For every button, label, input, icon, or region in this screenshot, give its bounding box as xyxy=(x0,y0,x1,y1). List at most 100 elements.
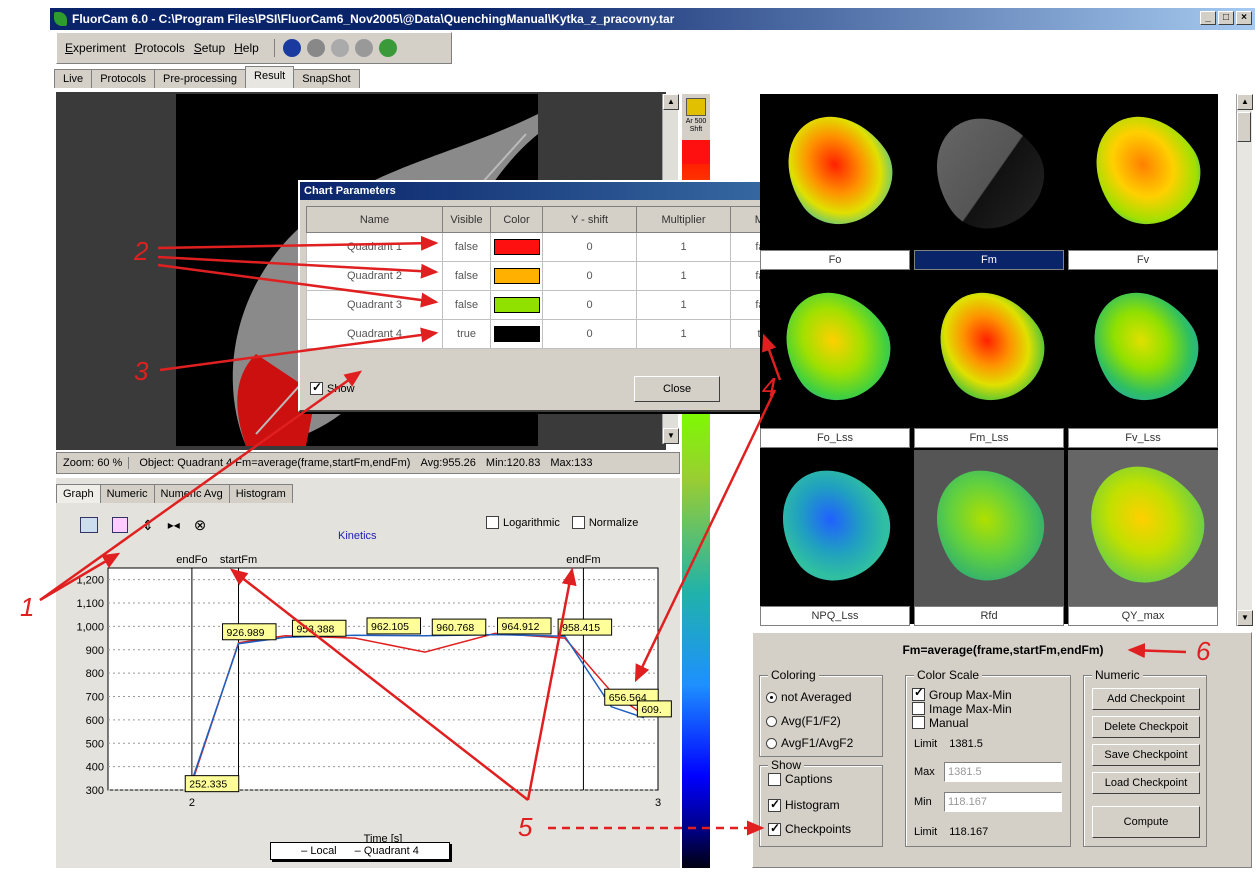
tab-graph[interactable]: Graph xyxy=(56,484,101,503)
thumbnail-fm-lss[interactable]: Fm_Lss xyxy=(914,272,1064,448)
cell-visible[interactable]: false xyxy=(442,232,491,262)
menu-protocols[interactable]: Protocols xyxy=(135,41,185,55)
horizontal-fit-icon[interactable]: ▸◂ xyxy=(168,518,180,532)
max-input[interactable]: 1381.5 xyxy=(944,762,1062,782)
settings-tool-icon[interactable] xyxy=(354,39,373,57)
thumbnail-qy-max[interactable]: QY_max xyxy=(1068,450,1218,626)
delete-checkpoint-button[interactable]: Delete Checkpoit xyxy=(1092,716,1200,738)
dialog-close-button[interactable]: Close xyxy=(634,376,720,402)
cell-yshift[interactable]: 0 xyxy=(542,261,637,291)
cell-name[interactable]: Quadrant 2 xyxy=(306,261,443,291)
tab-numeric-avg[interactable]: Numeric Avg xyxy=(153,484,230,503)
palette-icon[interactable] xyxy=(686,98,706,116)
show-checkbox[interactable] xyxy=(310,380,323,395)
scroll-up-icon[interactable]: ▲ xyxy=(1237,94,1253,110)
thumbnail-fv-lss[interactable]: Fv_Lss xyxy=(1068,272,1218,448)
thumbnail-fo-lss[interactable]: Fo_Lss xyxy=(760,272,910,448)
cell-visible[interactable]: false xyxy=(442,290,491,320)
tab-snapshot[interactable]: SnapShot xyxy=(293,69,360,88)
plant-tool-icon[interactable] xyxy=(378,39,397,57)
histogram-checkbox[interactable] xyxy=(768,797,781,812)
cell-color[interactable] xyxy=(490,290,543,320)
color-swatch[interactable] xyxy=(493,268,540,284)
lightning-tool-icon[interactable] xyxy=(306,39,325,57)
menu-setup[interactable]: Setup xyxy=(194,41,225,55)
radio-avgf1-avgf2[interactable] xyxy=(766,737,777,749)
thumbnail-npq-lss[interactable]: NPQ_Lss xyxy=(760,450,910,626)
scale-manual[interactable]: Manual xyxy=(912,716,968,729)
thumbnail-scrollbar[interactable]: ▲ ▼ xyxy=(1236,94,1253,626)
maximize-button[interactable]: □ xyxy=(1218,11,1234,25)
save-checkpoint-button[interactable]: Save Checkpoint xyxy=(1092,744,1200,766)
cell-yshift[interactable]: 0 xyxy=(542,232,637,262)
show-option[interactable]: Show xyxy=(310,380,355,395)
radio-not-averaged[interactable] xyxy=(766,691,777,703)
cell-yshift[interactable]: 0 xyxy=(542,319,637,349)
image-max-min-checkbox[interactable] xyxy=(912,702,925,715)
tab-numeric[interactable]: Numeric xyxy=(99,484,155,503)
checkpoints-checkbox[interactable] xyxy=(768,821,781,836)
show-checkpoints[interactable]: Checkpoints xyxy=(768,821,851,836)
table-row[interactable]: Quadrant 2 false 0 1 false xyxy=(306,261,804,291)
cell-visible[interactable]: false xyxy=(442,261,491,291)
table-row[interactable]: Quadrant 1 false 0 1 false xyxy=(306,232,804,262)
scale-group-max-min[interactable]: Group Max-Min xyxy=(912,686,1012,701)
chart-edit-icon[interactable] xyxy=(112,517,128,533)
color-swatch[interactable] xyxy=(493,326,540,342)
cell-multiplier[interactable]: 1 xyxy=(636,319,731,349)
table-row[interactable]: Quadrant 3 false 0 1 false xyxy=(306,290,804,320)
cell-name[interactable]: Quadrant 3 xyxy=(306,290,443,320)
menu-experiment[interactable]: Experiment xyxy=(65,41,126,55)
scroll-down-icon[interactable]: ▼ xyxy=(1237,610,1253,626)
cell-visible[interactable]: true xyxy=(442,319,491,349)
compute-button[interactable]: Compute xyxy=(1092,806,1200,838)
coloring-not-averaged[interactable]: not Averaged xyxy=(766,690,852,704)
load-checkpoint-button[interactable]: Load Checkpoint xyxy=(1092,772,1200,794)
minimize-button[interactable]: _ xyxy=(1200,11,1216,25)
tab-result[interactable]: Result xyxy=(245,66,295,88)
color-swatch[interactable] xyxy=(493,297,540,313)
tab-protocols[interactable]: Protocols xyxy=(91,69,156,88)
cell-yshift[interactable]: 0 xyxy=(542,290,637,320)
tab-histogram[interactable]: Histogram xyxy=(228,484,293,503)
tab-live[interactable]: Live xyxy=(54,69,93,88)
thumbnail-fv[interactable]: Fv xyxy=(1068,94,1218,270)
measure-tool-icon[interactable] xyxy=(330,39,349,57)
color-swatch[interactable] xyxy=(493,239,540,255)
logarithmic-option[interactable]: Logarithmic Normalize xyxy=(486,516,638,529)
cell-name[interactable]: Quadrant 1 xyxy=(306,232,443,262)
scroll-down-icon[interactable]: ▼ xyxy=(663,428,679,444)
show-histogram[interactable]: Histogram xyxy=(768,797,840,812)
add-checkpoint-button[interactable]: Add Checkpoint xyxy=(1092,688,1200,710)
thumbnail-fo[interactable]: Fo xyxy=(760,94,910,270)
cell-color[interactable] xyxy=(490,319,543,349)
scroll-up-icon[interactable]: ▲ xyxy=(663,94,679,110)
captions-checkbox[interactable] xyxy=(768,772,781,786)
cell-multiplier[interactable]: 1 xyxy=(636,290,731,320)
normalize-checkbox[interactable] xyxy=(571,516,585,529)
tab-pre-processing[interactable]: Pre-processing xyxy=(154,69,247,88)
coloring-avgf1-avgf2[interactable]: AvgF1/AvgF2 xyxy=(766,736,853,750)
cell-multiplier[interactable]: 1 xyxy=(636,232,731,262)
close-button[interactable]: × xyxy=(1236,11,1252,25)
col-name[interactable]: Name xyxy=(306,206,443,233)
manual-checkbox[interactable] xyxy=(912,716,925,729)
flash-tool-icon[interactable] xyxy=(282,39,301,57)
col-yshift[interactable]: Y - shift xyxy=(542,206,637,233)
col-multiplier[interactable]: Multiplier xyxy=(636,206,731,233)
logarithmic-checkbox[interactable] xyxy=(486,516,499,529)
coloring-avg-f1f2[interactable]: Avg(F1/F2) xyxy=(766,714,841,728)
min-input[interactable]: 118.167 xyxy=(944,792,1062,812)
vertical-fit-icon[interactable]: ⇕ xyxy=(142,517,154,534)
thumbnail-rfd[interactable]: Rfd xyxy=(914,450,1064,626)
menu-help[interactable]: Help xyxy=(234,41,259,55)
cell-color[interactable] xyxy=(490,261,543,291)
radio-avg-f1f2[interactable] xyxy=(766,715,777,727)
kinetics-chart[interactable]: 1,2001,1001,0009008007006005004003002 3Ti… xyxy=(56,548,680,848)
cell-multiplier[interactable]: 1 xyxy=(636,261,731,291)
group-max-min-checkbox[interactable] xyxy=(912,686,925,701)
window-title-bar[interactable]: FluorCam 6.0 - C:\Program Files\PSI\Fluo… xyxy=(50,8,1255,30)
cell-color[interactable] xyxy=(490,232,543,262)
zoom-all-icon[interactable]: ⊗ xyxy=(194,516,207,534)
scale-image-max-min[interactable]: Image Max-Min xyxy=(912,702,1012,715)
